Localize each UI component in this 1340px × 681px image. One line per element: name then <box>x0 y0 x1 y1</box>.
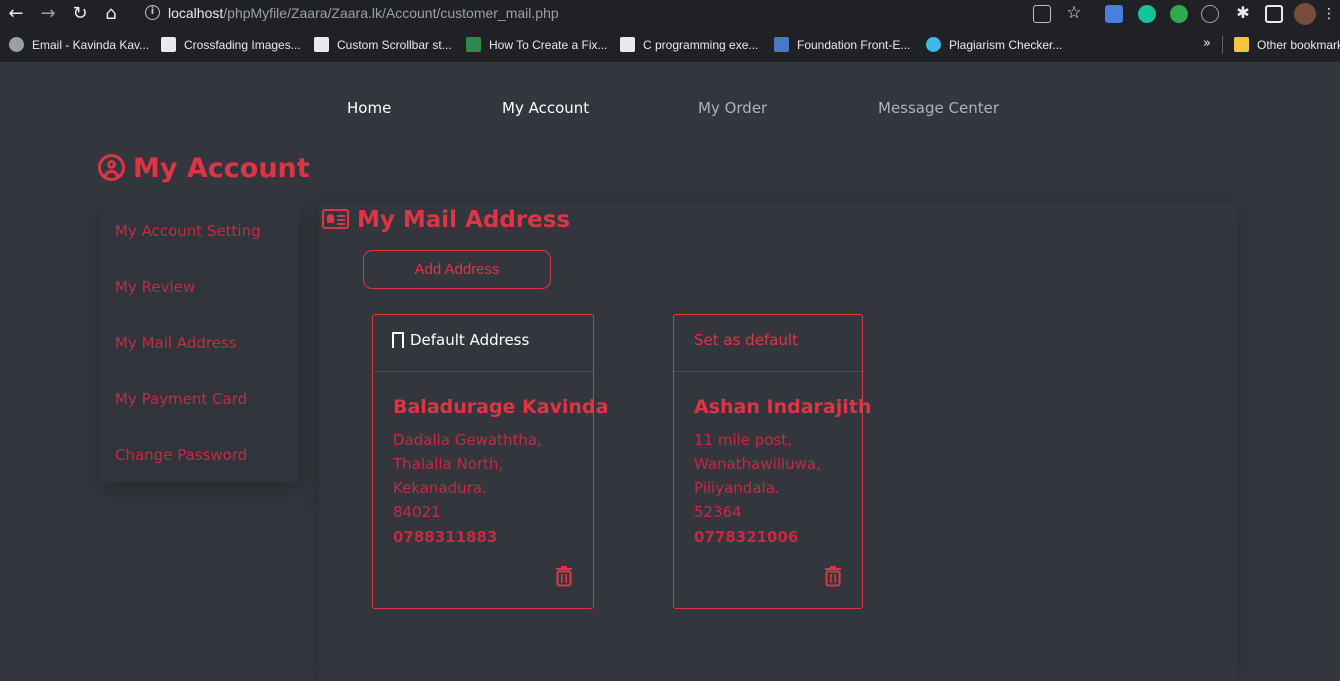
section-title: My Mail Address <box>322 207 570 233</box>
address-card: Set as default Ashan Indarajith 11 mile … <box>673 314 871 609</box>
address-card-icon <box>322 209 349 229</box>
sidebar: My Account Setting My Review My Mail Add… <box>100 202 299 482</box>
url-path: /phpMyfile/Zaara/Zaara.lk/Account/custom… <box>223 5 559 21</box>
grammarly-extension-icon[interactable] <box>1138 5 1156 23</box>
bookmark-item[interactable]: Foundation Front-E... <box>774 37 910 53</box>
bookmark-label: Foundation Front-E... <box>797 38 911 52</box>
bookmark-item[interactable]: Plagiarism Checker... <box>926 37 1062 53</box>
reload-icon[interactable]: ↻ <box>69 3 91 25</box>
menu-icon[interactable]: ⋮ <box>1318 3 1340 25</box>
w-icon <box>466 37 481 52</box>
bookmark-label: Crossfading Images... <box>184 38 301 52</box>
codepen-icon <box>314 37 329 52</box>
browser-toolbar: ← → ↻ ⌂ i localhost/phpMyfile/Zaara/Zaar… <box>0 0 1340 28</box>
sidebar-item-change-password[interactable]: Change Password <box>115 446 247 464</box>
nav-my-account[interactable]: My Account <box>502 99 589 117</box>
globe-icon <box>9 37 24 52</box>
address-line: Kekanadura. <box>393 479 487 497</box>
bookmark-item[interactable]: How To Create a Fix... <box>466 37 608 53</box>
address-line: Thalalla North, <box>393 455 504 473</box>
other-bookmarks[interactable]: Other bookmarks <box>1234 37 1340 53</box>
bookmark-item[interactable]: Email - Kavinda Kav... <box>9 37 149 53</box>
add-address-button[interactable]: Add Address <box>363 250 551 289</box>
address-phone: 0788311883 <box>393 528 498 546</box>
bookmark-item[interactable]: C programming exe... <box>620 37 758 53</box>
sidebar-item-account-setting[interactable]: My Account Setting <box>115 222 261 240</box>
translate-extension-icon[interactable] <box>1105 5 1123 23</box>
folder-icon <box>1234 37 1249 52</box>
sidebar-item-review[interactable]: My Review <box>115 278 195 296</box>
extension-icon-2[interactable] <box>1201 5 1219 23</box>
url-host: localhost <box>168 5 224 21</box>
bookmark-label: Plagiarism Checker... <box>949 38 1063 52</box>
address-card-header: Default Address <box>373 315 593 372</box>
trash-icon[interactable] <box>824 565 842 587</box>
bookmark-label: Other bookmarks <box>1257 38 1340 52</box>
sidepanel-icon[interactable] <box>1265 5 1283 23</box>
back-icon[interactable]: ← <box>5 3 27 25</box>
plagiarism-icon <box>926 37 941 52</box>
page-title: My Account <box>98 153 310 184</box>
forward-icon[interactable]: → <box>37 3 59 25</box>
section-title-text: My Mail Address <box>357 207 571 233</box>
site-info-icon[interactable]: i <box>145 5 160 20</box>
set-as-default-link[interactable]: Set as default <box>694 331 798 349</box>
address-line: Wanathawilluwa, <box>694 455 821 473</box>
extension-icon[interactable] <box>1170 5 1188 23</box>
address-line: Dadalla Gewaththa, <box>393 431 542 449</box>
bookmark-item[interactable]: Custom Scrollbar st... <box>314 37 452 53</box>
css-icon <box>161 37 176 52</box>
address-phone: 0778321006 <box>694 528 799 546</box>
address-line: 11 mile post, <box>694 431 792 449</box>
address-postcode: 84021 <box>393 503 441 521</box>
address-postcode: 52364 <box>694 503 742 521</box>
address-name: Baladurage Kavinda <box>393 396 609 418</box>
user-circle-icon <box>98 154 125 181</box>
bookmark-label: How To Create a Fix... <box>489 38 608 52</box>
bookmarks-bar: Email - Kavinda Kav... Crossfading Image… <box>0 28 1340 63</box>
sidebar-item-mail-address[interactable]: My Mail Address <box>115 334 237 352</box>
address-line: Piliyandala. <box>694 479 780 497</box>
address-card: Default Address Baladurage Kavinda Dadal… <box>372 314 608 609</box>
url-text[interactable]: localhost/phpMyfile/Zaara/Zaara.lk/Accou… <box>168 5 559 21</box>
divider <box>1222 36 1223 54</box>
bookmark-item[interactable]: Crossfading Images... <box>161 37 301 53</box>
nav-home[interactable]: Home <box>347 99 391 117</box>
sidebar-item-payment-card[interactable]: My Payment Card <box>115 390 247 408</box>
address-name: Ashan Indarajith <box>694 396 872 418</box>
bookmark-icon <box>392 332 404 349</box>
default-address-label: Default Address <box>410 331 530 349</box>
foundation-icon <box>774 37 789 52</box>
more-bookmarks-icon[interactable]: » <box>1203 36 1211 51</box>
star-icon[interactable]: ☆ <box>1063 2 1085 24</box>
w3r-icon <box>620 37 635 52</box>
bookmark-label: C programming exe... <box>643 38 759 52</box>
trash-icon[interactable] <box>555 565 573 587</box>
home-icon[interactable]: ⌂ <box>100 3 122 25</box>
address-card-header: Set as default <box>674 315 862 372</box>
share-icon[interactable] <box>1033 5 1051 23</box>
puzzle-icon[interactable]: ✱ <box>1232 2 1254 24</box>
bookmark-label: Email - Kavinda Kav... <box>32 38 150 52</box>
avatar[interactable] <box>1294 3 1316 25</box>
nav-message-center[interactable]: Message Center <box>878 99 999 117</box>
nav-my-order[interactable]: My Order <box>698 99 767 117</box>
bookmark-label: Custom Scrollbar st... <box>337 38 452 52</box>
page-title-text: My Account <box>133 153 310 184</box>
